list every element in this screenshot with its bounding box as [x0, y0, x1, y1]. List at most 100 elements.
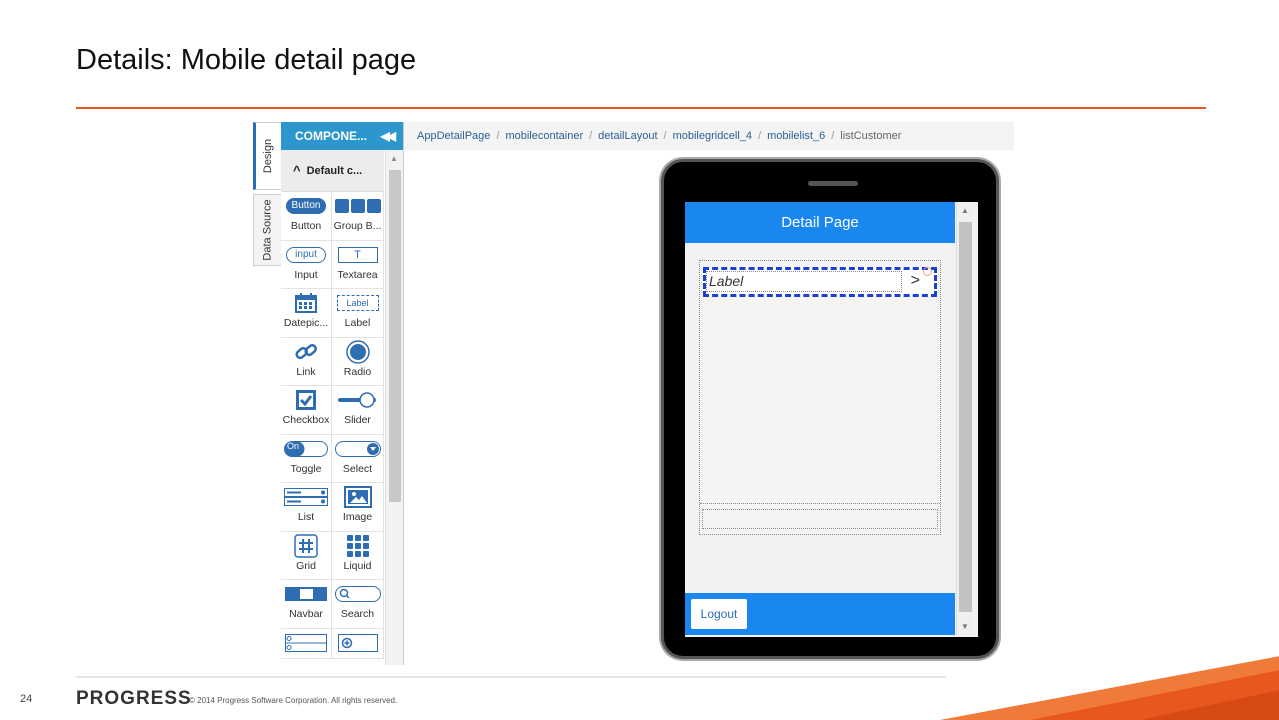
component-palette: COMPONE... ◀◀ ^ Default c... Button Butt…: [281, 122, 404, 665]
breadcrumb-current: listCustomer: [840, 130, 902, 142]
add-field-icon: [337, 633, 378, 652]
component-label: Navbar: [289, 608, 323, 620]
component-label[interactable]: Label Label: [332, 289, 384, 338]
component-label: Datepic...: [283, 317, 329, 329]
component-group-button[interactable]: Group B...: [332, 192, 384, 241]
component-label: List: [297, 511, 315, 523]
calendar-icon: [295, 293, 317, 313]
liquid-icon: [346, 534, 370, 557]
scroll-up-icon[interactable]: ▲: [390, 154, 398, 163]
palette-header[interactable]: COMPONE... ◀◀: [281, 122, 403, 150]
component-link[interactable]: Link: [281, 337, 332, 386]
palette-scrollbar[interactable]: ▲: [385, 150, 403, 665]
device-scrollbar[interactable]: ▲ ▼: [956, 202, 973, 635]
select-icon: [334, 440, 381, 458]
breadcrumb: AppDetailPage / mobilecontainer / detailLa…: [404, 122, 1014, 150]
slide-title: Details: Mobile detail page: [76, 44, 417, 76]
detail-page-header: Detail Page: [685, 202, 955, 243]
component-label: Slider: [344, 414, 371, 426]
component-select[interactable]: Select: [332, 434, 384, 483]
side-tabs: Design Data Source: [253, 122, 281, 266]
component-navbar[interactable]: Navbar: [281, 580, 332, 629]
toggle-icon-text: On: [287, 440, 300, 451]
palette-header-label: COMPONE...: [295, 129, 368, 143]
collapse-left-icon[interactable]: ◀◀: [381, 129, 397, 143]
component-datepicker[interactable]: Datepic...: [281, 289, 332, 338]
component-grid: Button Button Group B... input Input T T…: [281, 192, 384, 659]
component-image[interactable]: Image: [332, 483, 384, 532]
component-label: Textarea: [337, 268, 378, 281]
component-label: Search: [340, 608, 375, 620]
component-label: Input: [294, 268, 318, 281]
component-liquid[interactable]: Liquid: [332, 531, 384, 580]
scroll-up-icon[interactable]: ▲: [961, 206, 969, 215]
component-label: Label: [344, 317, 371, 329]
component-label: Grid: [296, 559, 316, 572]
radio-icon: [345, 339, 370, 364]
component-label: Checkbox: [282, 414, 330, 426]
search-icon: [334, 585, 381, 603]
palette-scroll-thumb[interactable]: [389, 170, 401, 502]
page-number: 24: [20, 693, 33, 705]
component-label: Button: [290, 220, 322, 232]
mobile-list[interactable]: Label >: [699, 260, 941, 535]
breadcrumb-item[interactable]: mobilegridcell_4: [673, 130, 753, 142]
breadcrumb-separator: /: [831, 130, 835, 142]
component-radio[interactable]: Radio: [332, 337, 384, 386]
navbar-icon: [285, 585, 327, 603]
component-checkbox[interactable]: Checkbox: [281, 386, 332, 435]
device-scroll-thumb[interactable]: [959, 222, 972, 612]
component-textarea[interactable]: T Textarea: [332, 240, 384, 289]
breadcrumb-separator: /: [663, 130, 667, 142]
palette-group-label: Default c...: [306, 164, 363, 177]
list-icon: [284, 488, 328, 506]
breadcrumb-separator: /: [758, 130, 762, 142]
breadcrumb-item[interactable]: detailLayout: [598, 130, 657, 142]
list-item-label[interactable]: Label: [706, 271, 902, 292]
delete-handle-icon[interactable]: [923, 267, 932, 276]
component-more-1[interactable]: [281, 628, 332, 659]
chevron-right-icon: >: [910, 272, 920, 289]
detail-page-title: Detail Page: [781, 214, 859, 231]
component-slider[interactable]: Slider: [332, 386, 384, 435]
tab-data-source-label: Data Source: [261, 199, 274, 261]
breadcrumb-item[interactable]: mobilelist_6: [767, 130, 825, 142]
copyright-text: © 2014 Progress Software Corporation. Al…: [189, 696, 398, 705]
component-label: Select: [342, 462, 373, 475]
device-screen: Detail Page Label > Logout ▲ ▼: [685, 202, 978, 637]
link-icon: [294, 343, 318, 361]
breadcrumb-separator: /: [496, 130, 500, 142]
component-input[interactable]: input Input: [281, 240, 332, 289]
scroll-down-icon[interactable]: ▼: [961, 622, 969, 631]
tab-design-label: Design: [262, 138, 275, 174]
tablet-device-frame: Detail Page Label > Logout ▲ ▼: [661, 159, 999, 659]
component-label: Liquid: [343, 559, 372, 572]
breadcrumb-separator: /: [589, 130, 593, 142]
list-footer-placeholder[interactable]: [702, 509, 938, 529]
component-label: Group B...: [333, 220, 382, 232]
component-more-2[interactable]: [332, 628, 384, 659]
list-item-selected[interactable]: Label >: [703, 267, 937, 297]
device-speaker: [808, 181, 858, 186]
palette-group-default[interactable]: ^ Default c...: [281, 150, 384, 192]
textarea-icon: T: [337, 246, 378, 263]
breadcrumb-item[interactable]: mobilecontainer: [505, 130, 583, 142]
component-label: Toggle: [290, 462, 322, 475]
logout-button[interactable]: Logout: [691, 599, 747, 629]
component-toggle[interactable]: On Toggle: [281, 434, 332, 483]
list-view-icon: [285, 633, 327, 652]
component-label: Link: [296, 365, 316, 378]
button-icon: Button: [285, 198, 327, 214]
component-grid[interactable]: Grid: [281, 531, 332, 580]
tab-data-source[interactable]: Data Source: [253, 194, 281, 266]
tab-design[interactable]: Design: [253, 122, 281, 190]
toggle-icon: On: [284, 440, 328, 458]
progress-logo: PROGRESS: [76, 688, 192, 709]
component-search[interactable]: Search: [332, 580, 384, 629]
list-divider: [700, 503, 940, 504]
component-label: Radio: [343, 365, 372, 378]
component-list[interactable]: List: [281, 483, 332, 532]
component-button[interactable]: Button Button: [281, 192, 332, 241]
slider-icon: [337, 391, 379, 409]
breadcrumb-item[interactable]: AppDetailPage: [417, 130, 490, 142]
